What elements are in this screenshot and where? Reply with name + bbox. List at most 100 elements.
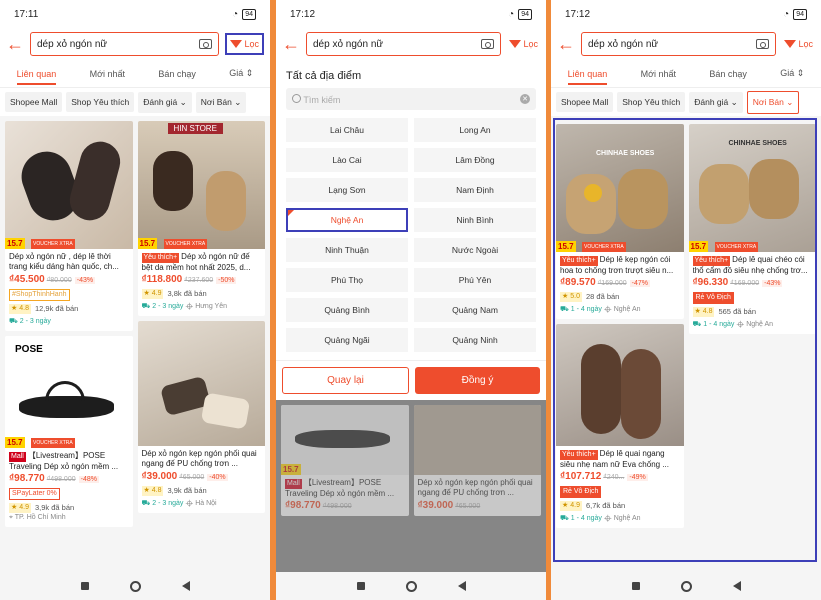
location-option[interactable]: Phú Thọ [286, 268, 408, 292]
shipping-time: ⛟ 1 - 4 ngày ⌖ Nghệ An [560, 515, 641, 522]
search-input[interactable]: dép xỏ ngón nữ [30, 32, 220, 56]
rating-badge: ★ 4.8 [9, 304, 31, 314]
recents-icon[interactable] [80, 582, 89, 590]
product-title: Yêu thích+ Dép lê quai chéo cói thổ cẩm đ… [692, 255, 808, 275]
filter-icon [230, 40, 243, 48]
rating-badge: ★ 4.8 [141, 486, 164, 496]
tab-relevance[interactable]: Liên quan [16, 69, 57, 85]
best-price-tag: Rẻ Vô Địch [692, 292, 734, 304]
battery-icon: 94 [242, 8, 256, 20]
location-option[interactable]: Lạng Sơn [286, 178, 408, 202]
product-card[interactable]: 15.7 VOUCHER XTRA Dép xỏ ngón nữ , dép l… [5, 121, 133, 331]
product-title: Mall 【Livestream】POSE Traveling Dép xỏ ng… [9, 451, 119, 471]
search-icon [292, 93, 301, 103]
phone-search-results: 17:11 ◔ 94 ← dép xỏ ngón nữ Lọc Liên quan… [0, 0, 270, 600]
location-option[interactable]: Nam Định [414, 178, 536, 202]
location-option[interactable]: Nước Ngoài [414, 238, 536, 262]
location-option[interactable]: Quảng Bình [286, 298, 408, 322]
product-price: ₫107.712 ₫240... -49% [560, 471, 648, 482]
chip-favorite-shop[interactable]: Shop Yêu thích [66, 92, 135, 112]
location-option[interactable]: Nghệ An [286, 208, 408, 232]
chip-shopee-mall[interactable]: Shopee Mall [5, 92, 63, 112]
back-arrow-icon[interactable]: ← [6, 34, 24, 55]
back-icon[interactable] [457, 581, 466, 591]
location-search-input[interactable]: Tìm kiếm ✕ [286, 88, 536, 110]
product-card[interactable]: CHINHAE SHOES 15.7 VOUCHER XTRA Yêu thíc… [688, 124, 816, 334]
camera-icon[interactable] [199, 39, 213, 49]
tab-bestseller[interactable]: Bán chạy [158, 69, 196, 79]
product-title: Dép xỏ ngón kẹp ngón phối quai ngang đế … [141, 449, 257, 468]
chip-location[interactable]: Nơi Bán ⌄ [195, 91, 247, 113]
search-input[interactable]: dép xỏ ngón nữ [306, 32, 502, 56]
chip-location[interactable]: Nơi Bán ⌄ [746, 90, 800, 114]
chip-favorite-shop[interactable]: Shop Yêu thích [617, 92, 686, 112]
chip-rating[interactable]: Đánh giá ⌄ [138, 91, 192, 113]
product-card[interactable]: HIN STORE 15.7 VOUCHER XTRA Yêu thích+ Dé… [137, 121, 265, 316]
tab-price[interactable]: Giá ⇕ [229, 68, 253, 79]
android-nav-bar [0, 572, 270, 600]
battery-icon: 94 [793, 8, 807, 20]
camera-icon[interactable] [481, 39, 495, 49]
status-time: 17:11 [14, 8, 39, 20]
back-arrow-icon[interactable]: ← [282, 34, 300, 55]
product-card[interactable]: Dép xỏ ngón kẹp ngón phối quai ngang đế … [137, 321, 265, 513]
product-price: ₫39.000 ₫65.000 -40% [141, 471, 228, 482]
back-icon[interactable] [732, 581, 741, 591]
filter-button[interactable]: Lọc [507, 37, 540, 51]
product-image: CHINHAE SHOES 15.7 VOUCHER XTRA [556, 124, 684, 252]
product-price: ₫118.800 ₫237.600 -50% [141, 274, 237, 285]
seller-location: ⌖ TP. Hồ Chí Minh [9, 514, 66, 521]
camera-icon[interactable] [756, 39, 770, 49]
product-grid: 15.7 VOUCHER XTRA Dép xỏ ngón nữ , dép l… [0, 116, 270, 532]
clear-icon[interactable]: ✕ [520, 94, 530, 104]
product-card[interactable]: Yêu thích+ Dép lê quai ngang siêu nhẹ nam… [556, 324, 684, 528]
filter-button[interactable]: Lọc [225, 33, 264, 55]
sheet-heading: Tất cả địa điểm [286, 70, 362, 82]
home-icon[interactable] [680, 580, 692, 592]
tab-bestseller[interactable]: Bán chạy [709, 69, 747, 79]
home-icon[interactable] [129, 580, 141, 592]
recents-icon[interactable] [356, 582, 365, 590]
rating-badge: ★ 4.8 [692, 307, 715, 317]
filter-label: Lọc [244, 39, 259, 49]
location-option[interactable]: Ninh Thuận [286, 238, 408, 262]
search-query: dép xỏ ngón nữ [588, 38, 659, 50]
location-option[interactable]: Quảng Nam [414, 298, 536, 322]
chip-rating[interactable]: Đánh giá ⌄ [689, 91, 743, 113]
dim-backdrop[interactable]: 15.7 Mall 【Livestream】POSE Traveling Dép x… [276, 400, 546, 600]
rating-badge: ★ 5.0 [560, 292, 582, 302]
tab-newest[interactable]: Mới nhất [90, 69, 125, 79]
search-input[interactable]: dép xỏ ngón nữ [581, 32, 777, 56]
chip-shopee-mall[interactable]: Shopee Mall [556, 92, 614, 112]
tab-price[interactable]: Giá ⇕ [780, 68, 804, 79]
location-option[interactable]: Phú Yên [414, 268, 536, 292]
product-image [556, 324, 684, 446]
product-image: 15.7 VOUCHER XTRA [5, 121, 133, 249]
confirm-button[interactable]: Đồng ý [415, 367, 540, 394]
location-option[interactable]: Lai Châu [286, 118, 408, 142]
location-option[interactable]: Quảng Ninh [414, 328, 536, 352]
back-icon[interactable] [181, 581, 190, 591]
product-title: Yêu thích+ Dép lê kẹp ngón cói hoa to chố… [560, 255, 674, 275]
filter-button[interactable]: Lọc [782, 37, 815, 51]
sold-count: 12,9k đã bán [34, 304, 79, 313]
paylater-tag: SPayLater 0% [9, 488, 60, 500]
location-option[interactable]: Lào Cai [286, 148, 408, 172]
sold-count: 3,9k đã bán [34, 503, 75, 512]
location-option[interactable]: Quảng Ngãi [286, 328, 408, 352]
product-card[interactable]: POSE 15.7 VOUCHER XTRA Mall 【Livestream】P… [5, 336, 133, 527]
product-card[interactable]: CHINHAE SHOES 15.7 VOUCHER XTRA Yêu thíc… [556, 124, 684, 319]
home-icon[interactable] [405, 580, 417, 592]
status-bar: 17:12 ◔ 94 [276, 0, 546, 28]
tab-relevance[interactable]: Liên quan [567, 69, 608, 85]
location-option[interactable]: Lâm Đồng [414, 148, 536, 172]
tab-newest[interactable]: Mới nhất [641, 69, 676, 79]
recents-icon[interactable] [631, 582, 640, 590]
back-arrow-icon[interactable]: ← [557, 34, 575, 55]
search-bar: ← dép xỏ ngón nữ Lọc [551, 28, 821, 60]
back-button[interactable]: Quay lại [282, 367, 409, 394]
filter-label: Lọc [523, 39, 538, 49]
product-price: ₫45.500 ₫80.000 -43% [9, 274, 96, 285]
location-option[interactable]: Ninh Bình [414, 208, 536, 232]
location-option[interactable]: Long An [414, 118, 536, 142]
